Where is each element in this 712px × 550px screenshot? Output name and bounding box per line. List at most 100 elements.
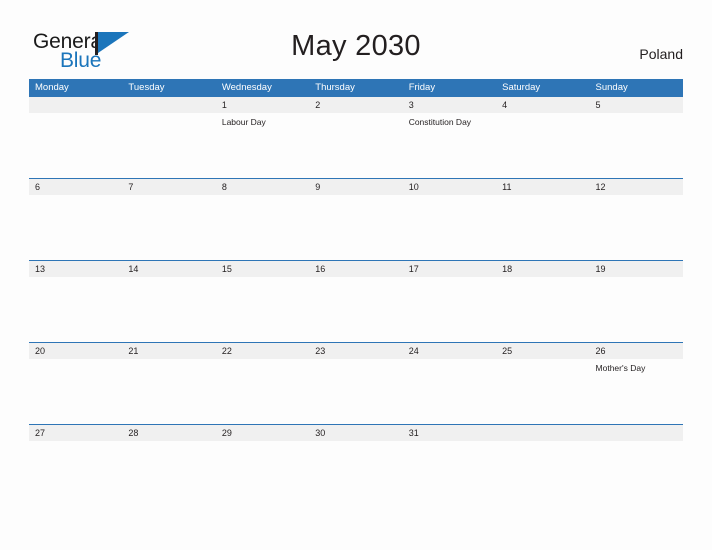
- day-number[interactable]: 13: [29, 261, 122, 277]
- event-label: Mother's Day: [595, 363, 646, 373]
- day-cell[interactable]: [29, 195, 122, 260]
- page-title: May 2030: [291, 30, 421, 62]
- day-cell[interactable]: [496, 113, 589, 178]
- event-label: Constitution Day: [408, 117, 472, 127]
- day-cell[interactable]: [122, 359, 215, 424]
- weekday-header-saturday: Saturday: [502, 82, 541, 93]
- day-number[interactable]: 3: [403, 97, 496, 113]
- day-cell[interactable]: [403, 277, 496, 342]
- week-row: 1 2 3 4 5 Labour Day Constitution Day: [29, 96, 683, 178]
- week-row: 20 21 22 23 24 25 26 Mother's Day: [29, 342, 683, 424]
- country-label: Poland: [639, 46, 683, 62]
- day-cell[interactable]: [309, 359, 402, 424]
- day-number[interactable]: 29: [216, 425, 309, 441]
- day-number[interactable]: 14: [122, 261, 215, 277]
- week-date-band: 1 2 3 4 5: [29, 97, 683, 113]
- weekday-header-sunday: Sunday: [595, 82, 628, 93]
- day-number[interactable]: 24: [403, 343, 496, 359]
- day-number[interactable]: 15: [216, 261, 309, 277]
- day-number[interactable]: 17: [403, 261, 496, 277]
- day-cell[interactable]: [216, 359, 309, 424]
- day-cell[interactable]: [122, 113, 215, 178]
- day-number[interactable]: 21: [122, 343, 215, 359]
- day-number[interactable]: 12: [590, 179, 683, 195]
- day-cell[interactable]: [309, 195, 402, 260]
- week-event-band: [29, 441, 683, 506]
- day-cell[interactable]: [29, 113, 122, 178]
- day-cell[interactable]: Mother's Day: [590, 359, 683, 424]
- day-cell[interactable]: Constitution Day: [403, 113, 496, 178]
- day-number[interactable]: 18: [496, 261, 589, 277]
- week-event-band: [29, 277, 683, 342]
- day-number[interactable]: [590, 425, 683, 441]
- day-number[interactable]: [29, 97, 122, 113]
- weekday-header-friday: Friday: [408, 82, 436, 93]
- page-header: General Blue May 2030 Poland: [0, 0, 712, 78]
- day-number[interactable]: 9: [309, 179, 402, 195]
- week-date-band: 6 7 8 9 10 11 12: [29, 179, 683, 195]
- day-number[interactable]: 26: [590, 343, 683, 359]
- day-cell[interactable]: [496, 359, 589, 424]
- day-cell[interactable]: [496, 441, 589, 506]
- day-number[interactable]: 31: [403, 425, 496, 441]
- calendar-grid: Monday Tuesday Wednesday Thursday Friday…: [29, 79, 683, 506]
- day-number[interactable]: 16: [309, 261, 402, 277]
- day-cell[interactable]: [496, 277, 589, 342]
- day-number[interactable]: 4: [496, 97, 589, 113]
- weekday-header-wednesday: Wednesday: [221, 82, 272, 93]
- day-cell[interactable]: [403, 359, 496, 424]
- day-cell[interactable]: [29, 359, 122, 424]
- day-number[interactable]: 5: [590, 97, 683, 113]
- day-number[interactable]: 20: [29, 343, 122, 359]
- day-number[interactable]: [496, 425, 589, 441]
- day-cell[interactable]: Labour Day: [216, 113, 309, 178]
- day-number[interactable]: 30: [309, 425, 402, 441]
- day-cell[interactable]: [216, 195, 309, 260]
- week-event-band: Mother's Day: [29, 359, 683, 424]
- day-cell[interactable]: [309, 277, 402, 342]
- day-cell[interactable]: [496, 195, 589, 260]
- day-number[interactable]: 1: [216, 97, 309, 113]
- day-number[interactable]: 8: [216, 179, 309, 195]
- day-cell[interactable]: [216, 277, 309, 342]
- day-number[interactable]: 2: [309, 97, 402, 113]
- week-row: 6 7 8 9 10 11 12: [29, 178, 683, 260]
- day-number[interactable]: 7: [122, 179, 215, 195]
- week-date-band: 13 14 15 16 17 18 19: [29, 261, 683, 277]
- day-number[interactable]: 6: [29, 179, 122, 195]
- week-date-band: 20 21 22 23 24 25 26: [29, 343, 683, 359]
- weekday-header-thursday: Thursday: [315, 82, 355, 93]
- event-label: Labour Day: [221, 117, 266, 127]
- day-cell[interactable]: [309, 441, 402, 506]
- day-cell[interactable]: [403, 195, 496, 260]
- day-cell[interactable]: [216, 441, 309, 506]
- weekday-header-tuesday: Tuesday: [128, 82, 165, 93]
- day-number[interactable]: [122, 97, 215, 113]
- day-cell[interactable]: [590, 441, 683, 506]
- week-date-band: 27 28 29 30 31: [29, 425, 683, 441]
- day-cell[interactable]: [590, 195, 683, 260]
- day-number[interactable]: 10: [403, 179, 496, 195]
- day-cell[interactable]: [122, 277, 215, 342]
- day-cell[interactable]: [122, 441, 215, 506]
- day-cell[interactable]: [122, 195, 215, 260]
- day-number[interactable]: 23: [309, 343, 402, 359]
- day-number[interactable]: 25: [496, 343, 589, 359]
- weekday-header-row: Monday Tuesday Wednesday Thursday Friday…: [29, 79, 683, 96]
- week-row: 13 14 15 16 17 18 19: [29, 260, 683, 342]
- week-event-band: [29, 195, 683, 260]
- day-cell[interactable]: [309, 113, 402, 178]
- week-row: 27 28 29 30 31: [29, 424, 683, 506]
- week-event-band: Labour Day Constitution Day: [29, 113, 683, 178]
- day-number[interactable]: 11: [496, 179, 589, 195]
- day-cell[interactable]: [590, 277, 683, 342]
- day-number[interactable]: 27: [29, 425, 122, 441]
- day-cell[interactable]: [590, 113, 683, 178]
- day-cell[interactable]: [29, 277, 122, 342]
- day-number[interactable]: 28: [122, 425, 215, 441]
- day-cell[interactable]: [29, 441, 122, 506]
- day-cell[interactable]: [403, 441, 496, 506]
- day-number[interactable]: 22: [216, 343, 309, 359]
- weekday-header-monday: Monday: [35, 82, 69, 93]
- day-number[interactable]: 19: [590, 261, 683, 277]
